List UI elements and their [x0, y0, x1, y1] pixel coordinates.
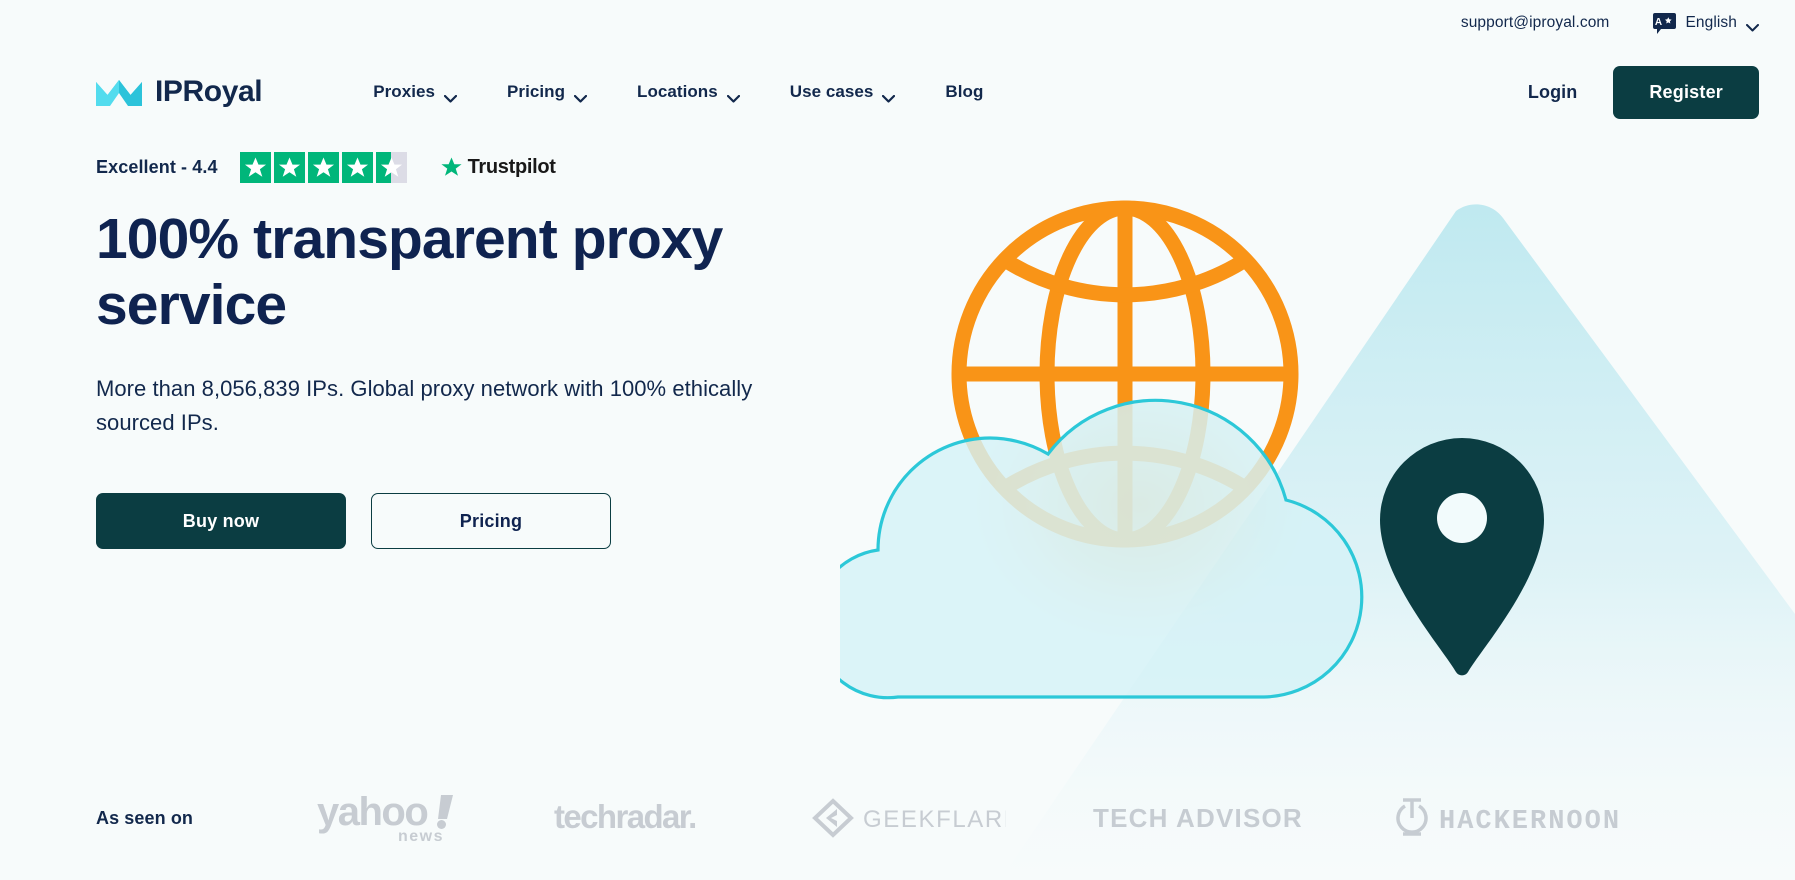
star-icon — [312, 156, 335, 179]
landing-page: support@iproyal.com A English IPRoyal Pr… — [0, 0, 1795, 880]
crown-logo-icon — [96, 76, 142, 108]
star-filled — [307, 151, 339, 183]
chevron-down-icon — [882, 88, 896, 103]
star-filled — [239, 151, 271, 183]
chevron-down-icon — [573, 88, 588, 103]
site-header: IPRoyal Proxies Pricing Locations Use ca… — [0, 46, 1795, 138]
nav-label: Blog — [945, 82, 984, 101]
press-logo-strip: yahoo news techradar. GEEKFLARE TECH ADV… — [193, 791, 1759, 845]
nav-label: Use cases — [789, 82, 874, 101]
language-selector[interactable]: A English — [1653, 12, 1759, 34]
chevron-down-icon — [1746, 19, 1759, 32]
hero-subtitle: More than 8,056,839 IPs. Global proxy ne… — [96, 376, 753, 436]
brand-name: IPRoyal — [155, 75, 263, 108]
buy-now-button[interactable]: Buy now — [96, 493, 346, 550]
star-icon — [380, 156, 403, 179]
hackernoon-logo: HACKERNOON — [1395, 798, 1695, 838]
cta-group: Buy now Pricing — [96, 493, 840, 550]
brand-logo-link[interactable]: IPRoyal — [96, 75, 263, 109]
star-filled — [341, 151, 373, 183]
star-icon — [346, 156, 369, 179]
globe-icon — [951, 200, 1299, 548]
login-link[interactable]: Login — [1528, 82, 1577, 103]
star-half — [375, 151, 407, 183]
techradar-logo: techradar. — [554, 798, 724, 838]
svg-text:techradar.: techradar. — [554, 798, 696, 835]
svg-text:TECH ADVISOR: TECH ADVISOR — [1093, 803, 1303, 833]
star-icon — [278, 156, 301, 179]
trustpilot-logo: Trustpilot — [440, 156, 556, 179]
hero-section: Excellent - 4.4 Trustpilot 100% transpar… — [0, 150, 840, 550]
chevron-down-icon — [726, 88, 740, 103]
rating-text: Excellent - 4.4 — [96, 156, 218, 177]
language-label: English — [1685, 14, 1737, 31]
utility-bar: support@iproyal.com A English — [0, 0, 1795, 46]
star-rating — [239, 151, 407, 183]
trustpilot-wordmark: Trustpilot — [467, 155, 556, 178]
nav-item-use-cases[interactable]: Use cases — [765, 72, 921, 112]
nav-item-blog[interactable]: Blog — [920, 72, 1008, 112]
as-seen-on-label: As seen on — [96, 807, 194, 828]
svg-text:GEEKFLARE: GEEKFLARE — [863, 806, 1006, 833]
svg-text:news: news — [398, 828, 444, 845]
location-pin-icon — [1380, 438, 1544, 676]
hero-illustration — [840, 150, 1795, 750]
trustpilot-star-icon — [440, 156, 463, 178]
geekflare-logo: GEEKFLARE — [811, 797, 1006, 839]
nav-item-pricing[interactable]: Pricing — [482, 72, 612, 112]
cloud-icon — [840, 398, 1364, 700]
nav-item-locations[interactable]: Locations — [612, 72, 765, 112]
register-button[interactable]: Register — [1613, 65, 1759, 119]
svg-text:A: A — [1655, 17, 1662, 28]
svg-text:HACKERNOON: HACKERNOON — [1439, 807, 1621, 837]
header-actions: Login Register — [1528, 65, 1759, 119]
yahoo-news-logo: yahoo news — [317, 791, 467, 845]
nav-label: Locations — [637, 82, 718, 101]
main-navigation: Proxies Pricing Locations Use cases Blog — [348, 72, 1008, 112]
trustpilot-rating: Excellent - 4.4 Trustpilot — [96, 150, 840, 184]
tech-advisor-logo: TECH ADVISOR — [1093, 801, 1308, 835]
page-title: 100% transparent proxy service — [96, 207, 723, 338]
support-email-link[interactable]: support@iproyal.com — [1461, 14, 1610, 32]
nav-label: Proxies — [373, 82, 436, 101]
nav-label: Pricing — [507, 82, 566, 101]
translate-icon: A — [1653, 12, 1677, 34]
chevron-down-icon — [443, 88, 458, 103]
star-icon — [244, 156, 267, 179]
nav-item-proxies[interactable]: Proxies — [348, 72, 482, 112]
pricing-button[interactable]: Pricing — [371, 493, 611, 550]
star-filled — [273, 151, 305, 183]
as-seen-on-section: As seen on yahoo news techradar. GEEKFLA… — [0, 756, 1795, 880]
